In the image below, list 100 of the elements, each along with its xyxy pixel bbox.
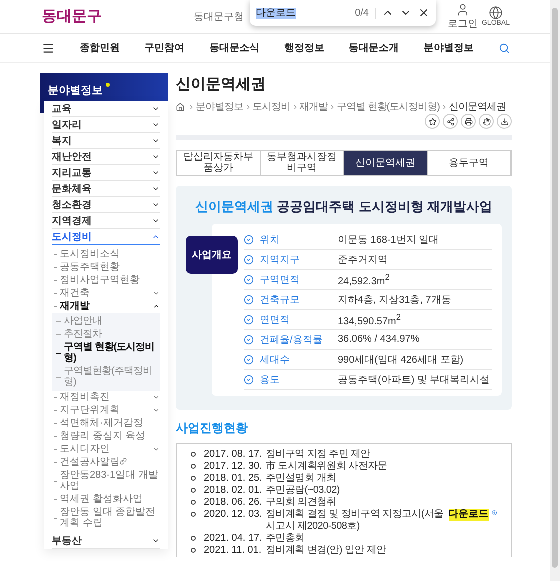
timeline-text: 주민총회 [266,533,305,545]
chevron-icon [292,104,298,110]
submenu-item[interactable]: 정비사업구역현황 [52,274,160,287]
timeline-date: 2017. 08. 17. [204,449,264,461]
chevron-icon [188,104,195,110]
upload-icon[interactable] [492,509,497,517]
info-label: 위치 [260,234,281,246]
sidebar-item[interactable]: 교육 [52,101,160,117]
overview-heading: 신이문역세권 공공임대주택 도시정비형 재개발사업 [196,198,492,216]
find-input[interactable]: 다운로드 [256,6,350,20]
chevron-icon [329,104,336,110]
sidebar-item[interactable]: 문화체육 [52,181,160,197]
globe-icon [488,6,503,20]
timeline-date: 2018. 01. 25. [204,473,264,485]
bullet-icon [191,500,196,505]
info-value: 공동주택(아파트) 및 부대복리시설 [338,374,490,386]
district-logo[interactable]: 동대문구 [42,7,102,26]
submenu-item[interactable]: 도시디자인 [52,443,160,456]
nav-item[interactable]: 구민참여 [144,41,185,55]
bullet-icon [191,512,196,517]
info-value: 36.06% / 434.97% [338,334,420,345]
submenu-item[interactable]: 석면해체·제거감정 [52,417,160,430]
hand-button[interactable] [479,114,494,129]
submenu-item[interactable]: 재개발 [52,300,160,313]
login-button[interactable]: 로그인 [448,2,478,30]
submenu-item[interactable]: 장안동283-1일대 개발사업 [52,469,160,493]
scrollbar[interactable] [550,0,560,581]
check-icon [244,374,254,384]
bullet-icon [191,464,196,469]
star-button[interactable] [425,114,440,129]
sidebar-item[interactable]: 도시정비 [52,229,160,245]
district-office-link[interactable]: 동대문구청 [194,10,244,24]
tab[interactable]: 신이문역세권 [344,151,428,175]
bullet-icon [191,536,196,541]
sidebar-title: 분야별정보 [48,84,103,98]
info-value: 지하4층, 지상31층, 7개동 [338,294,452,306]
info-value: 24,592.3m$^{2}$ [338,272,390,288]
print-button[interactable] [461,114,476,129]
search-button[interactable] [498,42,510,54]
menu-button[interactable] [42,42,55,54]
info-label: 세대수 [260,354,291,366]
download-link[interactable]: 다운로드 [448,509,489,521]
breadcrumb-link[interactable]: 도시정비 [252,100,290,114]
timeline-date: 2018. 02. 01. [204,485,264,497]
timeline-text: 주민공람(~03.02) [266,485,340,497]
info-value: 134,590.57m$^{2}$ [338,312,402,328]
bullet-icon [191,452,196,457]
check-icon [244,334,254,344]
dash-icon [54,436,57,437]
info-label: 건폐율/용적률 [260,334,324,346]
submenu-item[interactable]: 청량리 중심지 육성 [52,430,160,443]
submenu-item[interactable]: 도시정비소식 [52,248,160,261]
timeline-date: 2020. 12. 03. [204,509,264,521]
nav-item[interactable]: 분야별정보 [424,41,474,55]
breadcrumb-link[interactable]: 재개발 [300,100,328,114]
breadcrumb-link[interactable]: 분야별정보 [196,100,244,114]
nav-item[interactable]: 행정정보 [284,41,324,55]
section-title: 사업진행현황 [176,420,249,437]
submenu-item[interactable]: 건설공사알림 [52,456,160,469]
timeline-text: 정비계획 결정 및 정비구역 지정고시(서울시고시 제2020-508호) [266,509,445,533]
nav-item[interactable]: 동대문소개 [349,41,400,55]
info-label: 건축규모 [260,294,301,306]
bullet-icon [191,488,196,493]
nav-item[interactable]: 동대문소식 [210,41,260,55]
sidebar-item[interactable]: 지리교통 [52,165,160,181]
timeline-text: 市 도시계획위원회 사전자문 [266,461,388,473]
check-icon [244,294,254,304]
breadcrumb-link[interactable]: 신이문역세권 [448,100,506,114]
submenu-item[interactable]: 공동주택현황 [52,261,160,274]
timeline-text: 정비구역 지정 주민 제안 [266,449,370,460]
timeline-text: 정비계획 변경(안) 입안 제안 [266,545,386,557]
submenu-link[interactable]: 구역별 현황(도시정비형) [56,341,156,365]
submenu-item[interactable]: 지구단위계획 [52,404,160,417]
breadcrumb-link[interactable]: 구역별 현황(도시정비형) [337,100,440,114]
dash-icon [56,352,61,354]
sidebar-item[interactable]: 일자리 [52,117,160,133]
share-button[interactable] [443,114,458,129]
star-icon [428,118,436,126]
hand-icon [482,118,490,126]
download-button[interactable] [497,114,512,129]
submenu-item[interactable]: 재건축 [52,287,160,300]
sidebar-item[interactable]: 지역경제 [52,213,160,229]
close-icon [418,7,430,19]
close-button[interactable] [418,7,430,19]
info-label: 용도 [260,374,281,386]
sidebar-item[interactable]: 청소환경 [52,197,160,213]
check-icon [244,234,254,244]
home-icon[interactable] [176,102,185,112]
info-label: 지역지구 [260,254,301,266]
nav-item[interactable]: 종합민원 [80,41,120,55]
dot-icon [106,83,110,87]
user-icon [456,2,470,16]
check-icon [244,274,254,284]
sidebar-item[interactable]: 복지 [52,133,160,149]
sidebar-item[interactable]: 재난안전 [52,149,160,165]
submenu-item[interactable]: 역세권 활성화사업 [52,493,160,506]
submenu-item[interactable]: 재정비촉진 [52,391,160,404]
submenu-item[interactable]: 장안동 일대 종합발전계획 수립 [52,506,160,530]
sidebar-item[interactable]: 부동산 [52,533,160,549]
dash-icon [54,293,57,294]
